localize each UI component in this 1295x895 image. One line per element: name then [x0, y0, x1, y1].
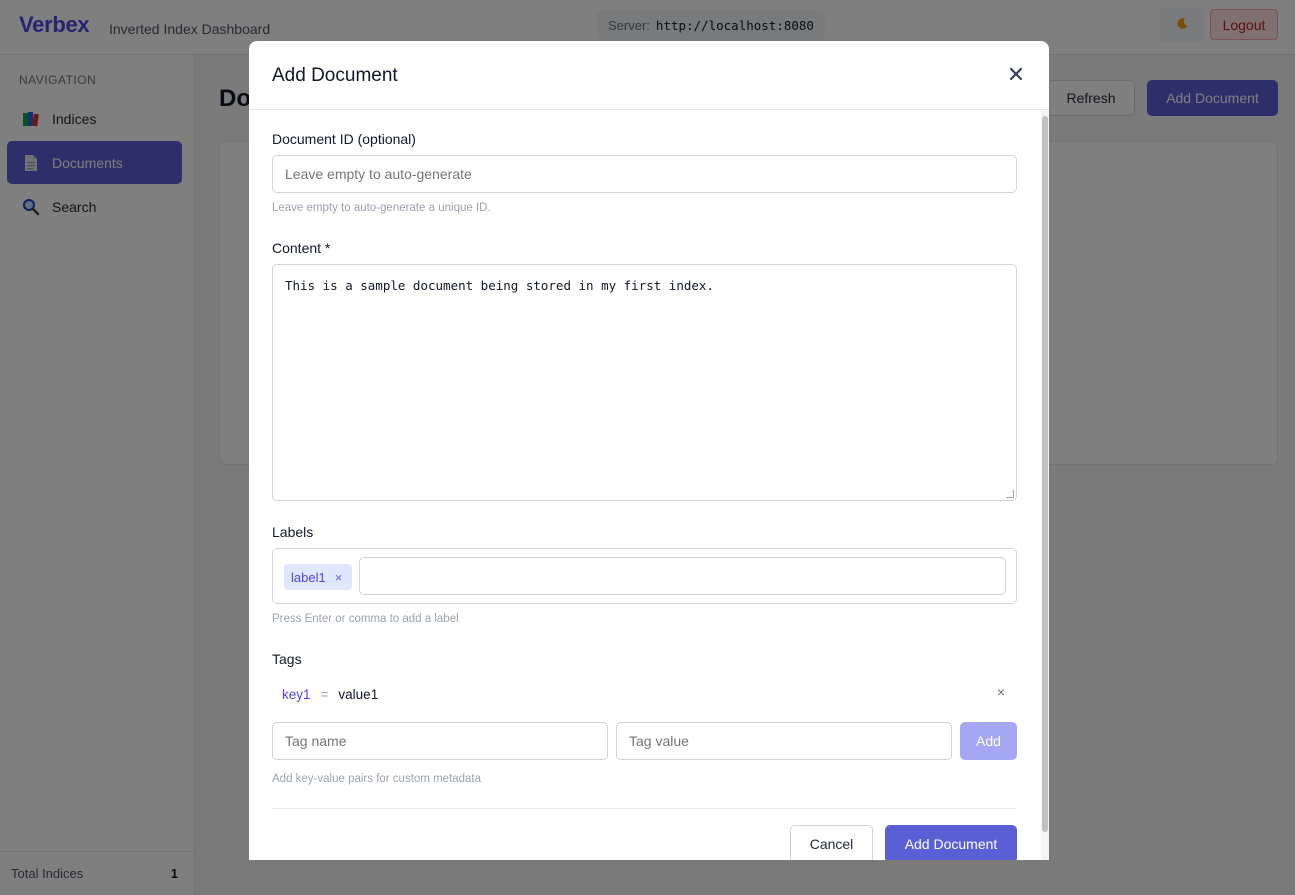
- labels-hint: Press Enter or comma to add a label: [272, 613, 459, 625]
- labels-input[interactable]: [359, 557, 1006, 595]
- footer-divider: [272, 808, 1017, 809]
- tag-value: value1: [338, 686, 379, 702]
- label-chip-text: label1: [291, 569, 326, 585]
- label-chip: label1 ×: [284, 564, 353, 590]
- tag-name-input[interactable]: [272, 722, 608, 760]
- content-text: This is a sample document being stored i…: [285, 278, 714, 293]
- tag-equals: =: [320, 686, 329, 702]
- cancel-button[interactable]: Cancel: [790, 825, 873, 860]
- tag-key: key1: [282, 686, 311, 702]
- submit-add-document-button[interactable]: Add Document: [885, 825, 1017, 860]
- tags-label: Tags: [272, 651, 302, 667]
- content-label: Content *: [272, 240, 331, 256]
- tags-hint: Add key-value pairs for custom metadata: [272, 773, 482, 785]
- content-textarea[interactable]: This is a sample document being stored i…: [272, 264, 1017, 501]
- tag-value-input[interactable]: [616, 722, 952, 760]
- close-icon[interactable]: [1005, 61, 1027, 87]
- modal-title: Add Document: [272, 65, 398, 86]
- add-tag-button[interactable]: Add: [960, 722, 1017, 760]
- modal-header: Add Document: [249, 41, 1049, 110]
- document-id-input[interactable]: [272, 155, 1017, 193]
- labels-label: Labels: [272, 524, 314, 540]
- document-id-hint: Leave empty to auto-generate a unique ID…: [272, 202, 491, 214]
- remove-label-icon[interactable]: ×: [335, 570, 343, 585]
- labels-field: label1 ×: [272, 548, 1017, 604]
- tag-row: key1 = value1 ×: [272, 677, 1017, 711]
- add-document-modal: Add Document Document ID (optional) Leav…: [249, 41, 1049, 860]
- resize-handle-icon[interactable]: [1006, 490, 1014, 498]
- modal-scrollbar-thumb[interactable]: [1042, 116, 1048, 832]
- remove-tag-icon[interactable]: ×: [997, 684, 1005, 700]
- document-id-label: Document ID (optional): [272, 131, 416, 147]
